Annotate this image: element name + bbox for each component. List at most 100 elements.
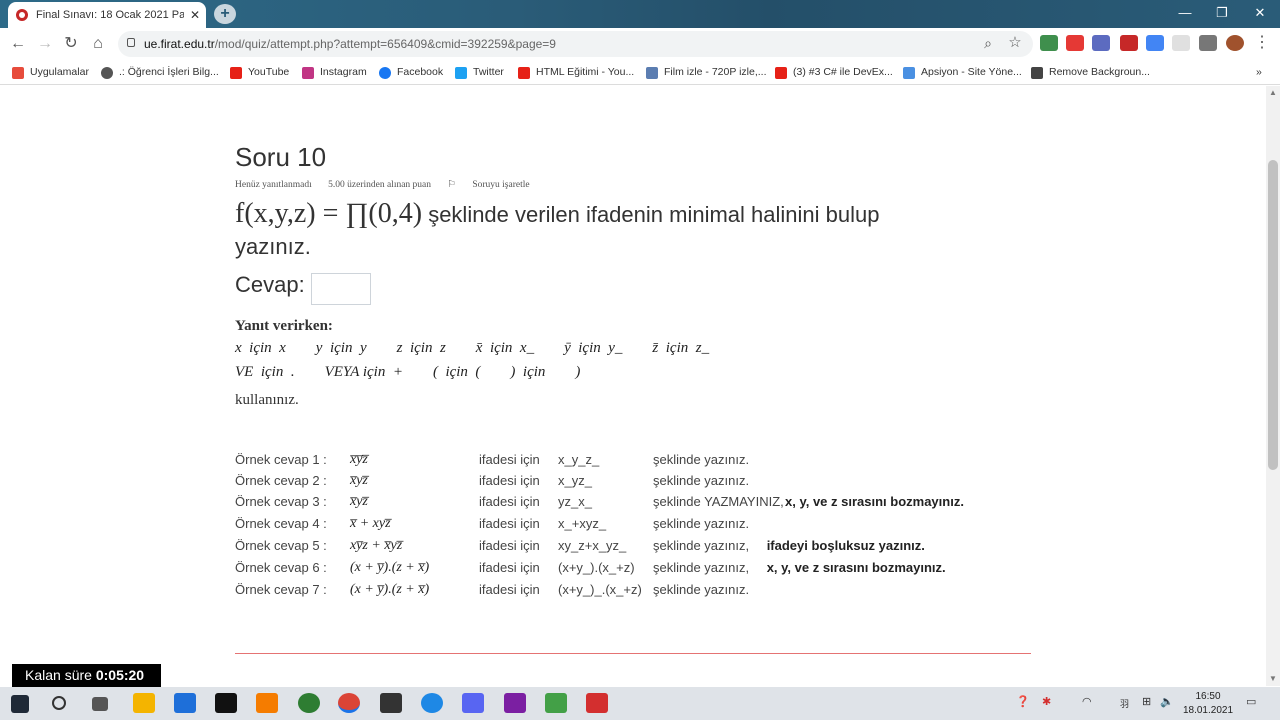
flag-question-link[interactable]: ⚐ Soruyu işaretle (447, 180, 543, 190)
acrobat-icon[interactable] (586, 693, 608, 713)
bookmark-label: .: Öğrenci İşleri Bilg... (119, 66, 219, 78)
browser-tab-bar: Final Sınavı: 18 Ocak 2021 Pazart ✕ + — … (0, 0, 1280, 28)
bookmark-youtube[interactable]: YouTube (230, 64, 289, 81)
bookmark-label: Remove Backgroun... (1049, 66, 1150, 78)
whatsapp-icon[interactable] (298, 693, 320, 713)
example-code: (x+y_)_.(x_+z) (558, 582, 642, 597)
instructions-footer: kullanınız. (235, 392, 299, 408)
browser-menu-icon[interactable]: ⋮ (1252, 33, 1272, 53)
network-icon[interactable]: ⊞ (1142, 695, 1151, 708)
bookmark-label: YouTube (248, 66, 290, 78)
extensions-puzzle-icon[interactable] (1199, 35, 1217, 51)
app-icon[interactable] (545, 693, 567, 713)
bookmark-film-izle[interactable]: Film izle - 720P izle,... (646, 64, 767, 81)
youtube-icon (775, 66, 787, 79)
bookmark-apps[interactable]: Uygulamalar (12, 64, 89, 81)
minimize-button[interactable]: — (1170, 4, 1200, 22)
example-expression: x̅y̅z̅ (350, 452, 368, 467)
example-warning: x, y, ve z sırasını bozmayınız. (785, 494, 964, 509)
reload-button[interactable]: ↻ (61, 34, 81, 54)
new-tab-button[interactable]: + (214, 4, 236, 24)
bookmark-ogrenci[interactable]: .: Öğrenci İşleri Bilg... (101, 64, 219, 81)
url-field[interactable]: ue.firat.edu.tr/mod/quiz/attempt.php?att… (118, 31, 1033, 57)
help-icon[interactable]: ❓ (1016, 695, 1030, 708)
bookmarks-bar: Uygulamalar .: Öğrenci İşleri Bilg... Yo… (0, 60, 1280, 85)
taskbar-clock[interactable]: 16:50 18.01.2021 (1178, 690, 1238, 718)
wifi-icon[interactable]: ◠ (1082, 695, 1092, 708)
ime-icon[interactable]: 羽 (1120, 697, 1129, 710)
bookmark-star-icon[interactable]: ☆ (1005, 33, 1025, 53)
sticky-notes-icon[interactable] (380, 693, 402, 713)
zoom-search-icon[interactable]: ⌕ (978, 33, 998, 53)
bookmark-twitter[interactable]: Twitter (455, 64, 504, 81)
bookmark-remove-bg[interactable]: Remove Backgroun... (1031, 64, 1150, 81)
tray-app-icon[interactable]: ✱ (1042, 695, 1051, 708)
question-info: Henüz yanıtlanmadı 5.00 üzerinden alınan… (235, 179, 558, 190)
question-points: 5.00 üzerinden alınan puan (328, 180, 432, 190)
extension-icon[interactable] (1040, 35, 1058, 51)
close-window-button[interactable]: ✕ (1245, 4, 1275, 22)
chrome-icon[interactable] (338, 693, 360, 713)
bookmark-html-egitimi[interactable]: HTML Eğitimi - You... (518, 64, 634, 81)
bookmark-csharp[interactable]: (3) #3 C# ile DevEx... (775, 64, 893, 81)
scrollbar-thumb[interactable] (1268, 160, 1278, 470)
tab-close-icon[interactable]: ✕ (190, 8, 200, 22)
vlc-icon[interactable] (256, 693, 278, 713)
maximize-button[interactable]: ❐ (1207, 4, 1237, 22)
clock-date: 18.01.2021 (1182, 705, 1234, 716)
notifications-icon[interactable]: ▭ (1246, 695, 1256, 708)
tab-active[interactable]: Final Sınavı: 18 Ocak 2021 Pazart ✕ (8, 2, 206, 28)
discord-icon[interactable] (462, 693, 484, 713)
forward-button[interactable]: → (35, 34, 55, 54)
question-text-cont: yazınız. (235, 234, 311, 259)
example-mid-text: ifadesi için (479, 538, 540, 553)
example-note: şeklinde yazınız. (653, 516, 750, 531)
answer-input[interactable] (311, 273, 371, 305)
visual-studio-icon[interactable] (504, 693, 526, 713)
extension-shield-icon[interactable] (1172, 35, 1190, 51)
task-view-icon[interactable] (92, 697, 108, 711)
timer-label: Kalan süre (25, 667, 92, 683)
extension-video-icon[interactable] (1066, 35, 1084, 51)
example-mid-text: ifadesi için (479, 560, 540, 575)
volume-icon[interactable]: 🔈 (1160, 695, 1174, 708)
bookmark-instagram[interactable]: Instagram (302, 64, 367, 81)
search-icon[interactable] (52, 696, 66, 710)
scroll-up-icon[interactable]: ▲ (1269, 88, 1277, 97)
file-explorer-icon[interactable] (133, 693, 155, 713)
bookmark-label: HTML Eğitimi - You... (536, 66, 635, 78)
scroll-down-icon[interactable]: ▼ (1269, 674, 1277, 683)
extension-badge-icon[interactable] (1120, 35, 1138, 51)
bookmark-apsiyon[interactable]: Apsiyon - Site Yöne... (903, 64, 1022, 81)
page-scrollbar[interactable]: ▲ ▼ (1266, 86, 1280, 686)
example-expression: xy̅z + x̅yz̅ (350, 538, 403, 553)
example-mid-text: ifadesi için (479, 452, 540, 467)
back-button[interactable]: ← (8, 34, 28, 54)
example-note: şeklinde yazınız. (653, 452, 750, 467)
windows-start-icon[interactable] (11, 695, 29, 713)
extension-search-icon[interactable] (1092, 35, 1110, 51)
bookmarks-more-button[interactable]: » (1256, 64, 1262, 81)
example-code: yz_x_ (558, 494, 592, 509)
profile-avatar[interactable] (1226, 35, 1244, 51)
mail-icon[interactable] (174, 693, 196, 713)
example-expression: x̅yz̅ (350, 494, 368, 509)
url-host: ue.firat.edu.tr (144, 37, 215, 51)
youtube-icon (518, 66, 530, 79)
example-note: şeklinde YAZMAYINIZ, (653, 494, 784, 509)
timer-value: 0:05:20 (95, 667, 145, 683)
globe-icon (101, 66, 113, 79)
example-mid-text: ifadesi için (479, 582, 540, 597)
translate-icon[interactable] (1146, 35, 1164, 51)
bookmark-facebook[interactable]: Facebook (379, 64, 443, 81)
url-path: /mod/quiz/attempt.php?attempt=656409&cmi… (214, 37, 556, 51)
apps-grid-icon (12, 66, 24, 79)
question-formula: f(x,y,z) = ∏(0,4) (235, 198, 423, 229)
home-button[interactable]: ⌂ (88, 34, 108, 54)
example-warning: x, y, ve z sırasını bozmayınız. (766, 560, 946, 575)
clock-time: 16:50 (1195, 691, 1221, 702)
netflix-icon[interactable] (215, 693, 237, 713)
edge-icon[interactable] (421, 693, 443, 713)
example-label: Örnek cevap 1 : (235, 452, 327, 467)
film-icon (646, 66, 658, 79)
